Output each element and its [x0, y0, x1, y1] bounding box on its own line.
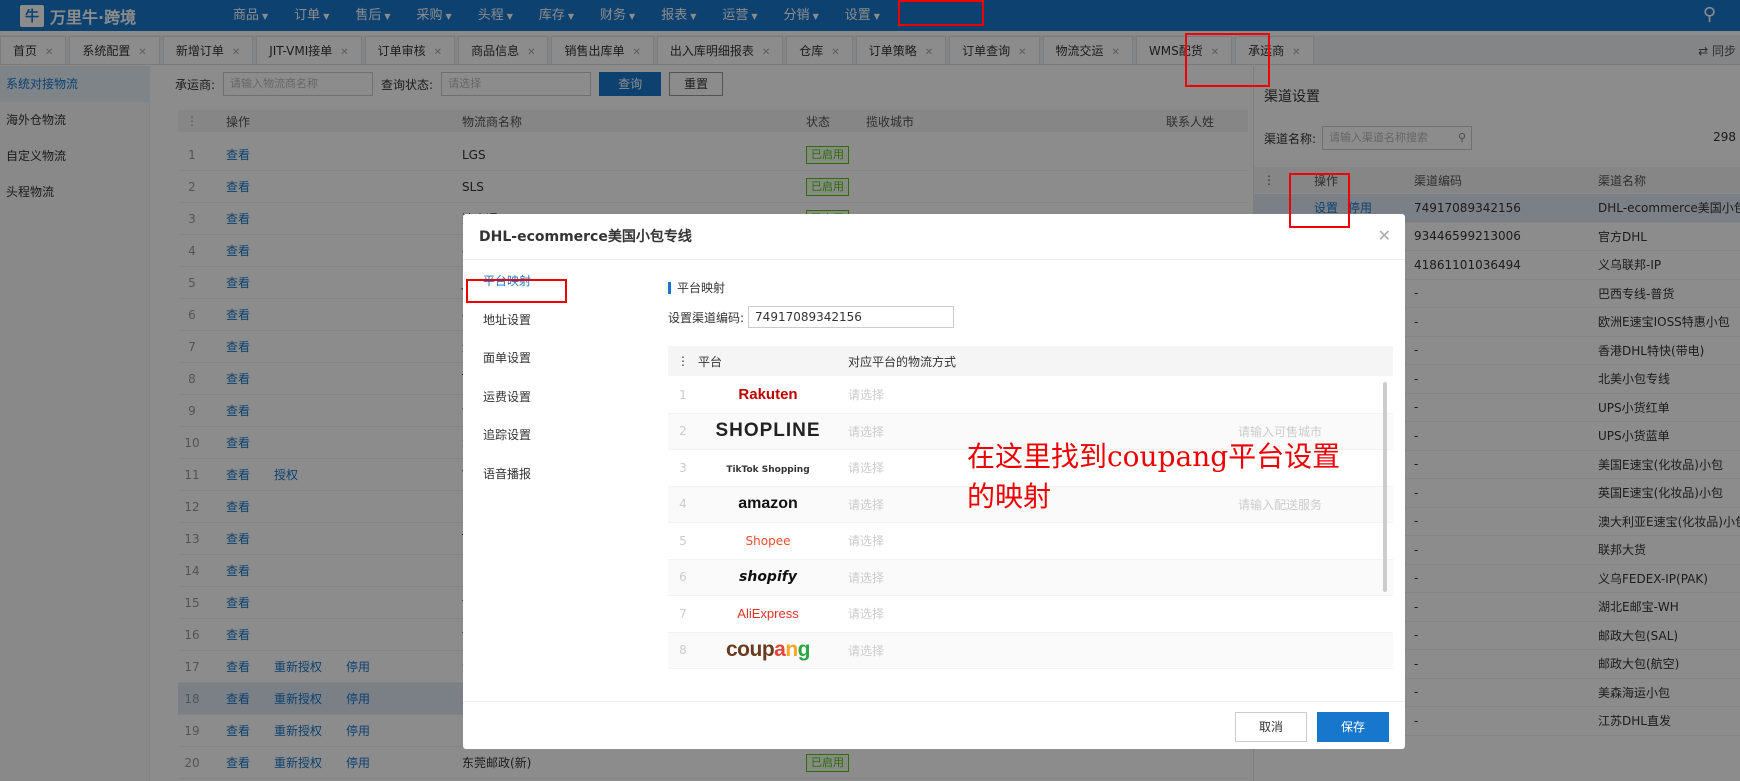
- highlight-settings-menu: [898, 0, 984, 26]
- platform-logo-coupang: coupang: [725, 638, 811, 662]
- platform-logo-cell: SHOPLINE: [698, 420, 838, 442]
- highlight-carrier-tab: [1185, 33, 1270, 87]
- platform-logo-shopline: SHOPLINE: [715, 420, 821, 442]
- platform-row-number: 5: [679, 533, 687, 548]
- platform-logo-cell: Shopee: [698, 534, 838, 548]
- platform-logo-amazon: amazon: [738, 495, 798, 513]
- platform-logo-tiktok-shopping: TikTok Shopping: [726, 464, 810, 475]
- channel-code-input[interactable]: 74917089342156: [748, 306, 955, 328]
- platform-row-number: 2: [679, 424, 687, 439]
- modal-nav-item-3[interactable]: 运费设置: [463, 378, 643, 417]
- code-line: 设置渠道编码: 74917089342156: [668, 306, 955, 328]
- modal-nav-item-5[interactable]: 语音播报: [463, 455, 643, 494]
- logistics-method-select[interactable]: 请选择: [838, 569, 1238, 586]
- platform-logo-cell: coupang: [698, 638, 838, 662]
- highlight-platform-mapping: [466, 279, 567, 303]
- logistics-method-select[interactable]: 请选择: [838, 642, 1238, 659]
- platform-logo-shopify: shopify: [739, 569, 797, 586]
- annotation-text: 在这里找到coupang平台设置的映射: [967, 440, 1341, 513]
- platform-row[interactable]: 7 AliExpress 请选择: [668, 596, 1393, 633]
- col-method: 对应平台的物流方式: [848, 354, 957, 369]
- platform-row-number: 6: [679, 570, 687, 585]
- platform-row[interactable]: 1 Rakuten 请选择: [668, 377, 1393, 414]
- modal-title: DHL-ecommerce美国小包专线: [463, 214, 1405, 260]
- modal-footer: 取消 保存: [463, 701, 1405, 749]
- logistics-method-select[interactable]: 请选择: [838, 532, 1238, 549]
- platform-logo-cell: AliExpress: [698, 606, 838, 621]
- close-icon[interactable]: ✕: [1378, 226, 1391, 245]
- platform-table-header: ⋮ 平台 对应平台的物流方式: [668, 346, 1393, 376]
- platform-row[interactable]: 8 coupang 请选择: [668, 632, 1393, 669]
- platform-row-number: 8: [679, 643, 687, 658]
- modal-nav-item-4[interactable]: 追踪设置: [463, 416, 643, 455]
- logistics-method-select[interactable]: 请选择: [838, 386, 1238, 403]
- cancel-button[interactable]: 取消: [1235, 712, 1307, 742]
- platform-row-number: 4: [679, 497, 687, 512]
- platform-table: 1 Rakuten 请选择 2 SHOPLINE 请选择 请输入可售城市 3 TikTok Sh…: [668, 377, 1393, 698]
- platform-logo-cell: shopify: [698, 569, 838, 585]
- modal-nav-item-1[interactable]: 地址设置: [463, 301, 643, 340]
- save-button[interactable]: 保存: [1317, 712, 1389, 742]
- platform-row[interactable]: 6 shopify 请选择: [668, 559, 1393, 596]
- modal-nav-item-2[interactable]: 面单设置: [463, 339, 643, 378]
- platform-row-number: 1: [679, 387, 687, 402]
- code-label: 设置渠道编码:: [668, 310, 745, 325]
- logistics-method-select[interactable]: 请选择: [838, 605, 1238, 622]
- platform-row[interactable]: 5 Shopee 请选择: [668, 523, 1393, 560]
- highlight-settings-link: [1289, 173, 1350, 228]
- platform-logo-aliexpress: AliExpress: [737, 606, 799, 622]
- platform-logo-rakuten: Rakuten: [738, 386, 798, 404]
- col-platform: 平台: [698, 354, 723, 369]
- scrollbar[interactable]: [1383, 382, 1387, 592]
- platform-row-number: 7: [679, 606, 687, 621]
- platform-logo-cell: amazon: [698, 495, 838, 513]
- platform-logo-cell: Rakuten: [698, 386, 838, 403]
- platform-row-number: 3: [679, 460, 687, 475]
- column-menu-icon[interactable]: ⋮: [668, 354, 698, 368]
- section-title: 平台映射: [668, 282, 725, 294]
- platform-logo-shopee: Shopee: [745, 533, 791, 548]
- platform-logo-cell: TikTok Shopping: [698, 461, 838, 475]
